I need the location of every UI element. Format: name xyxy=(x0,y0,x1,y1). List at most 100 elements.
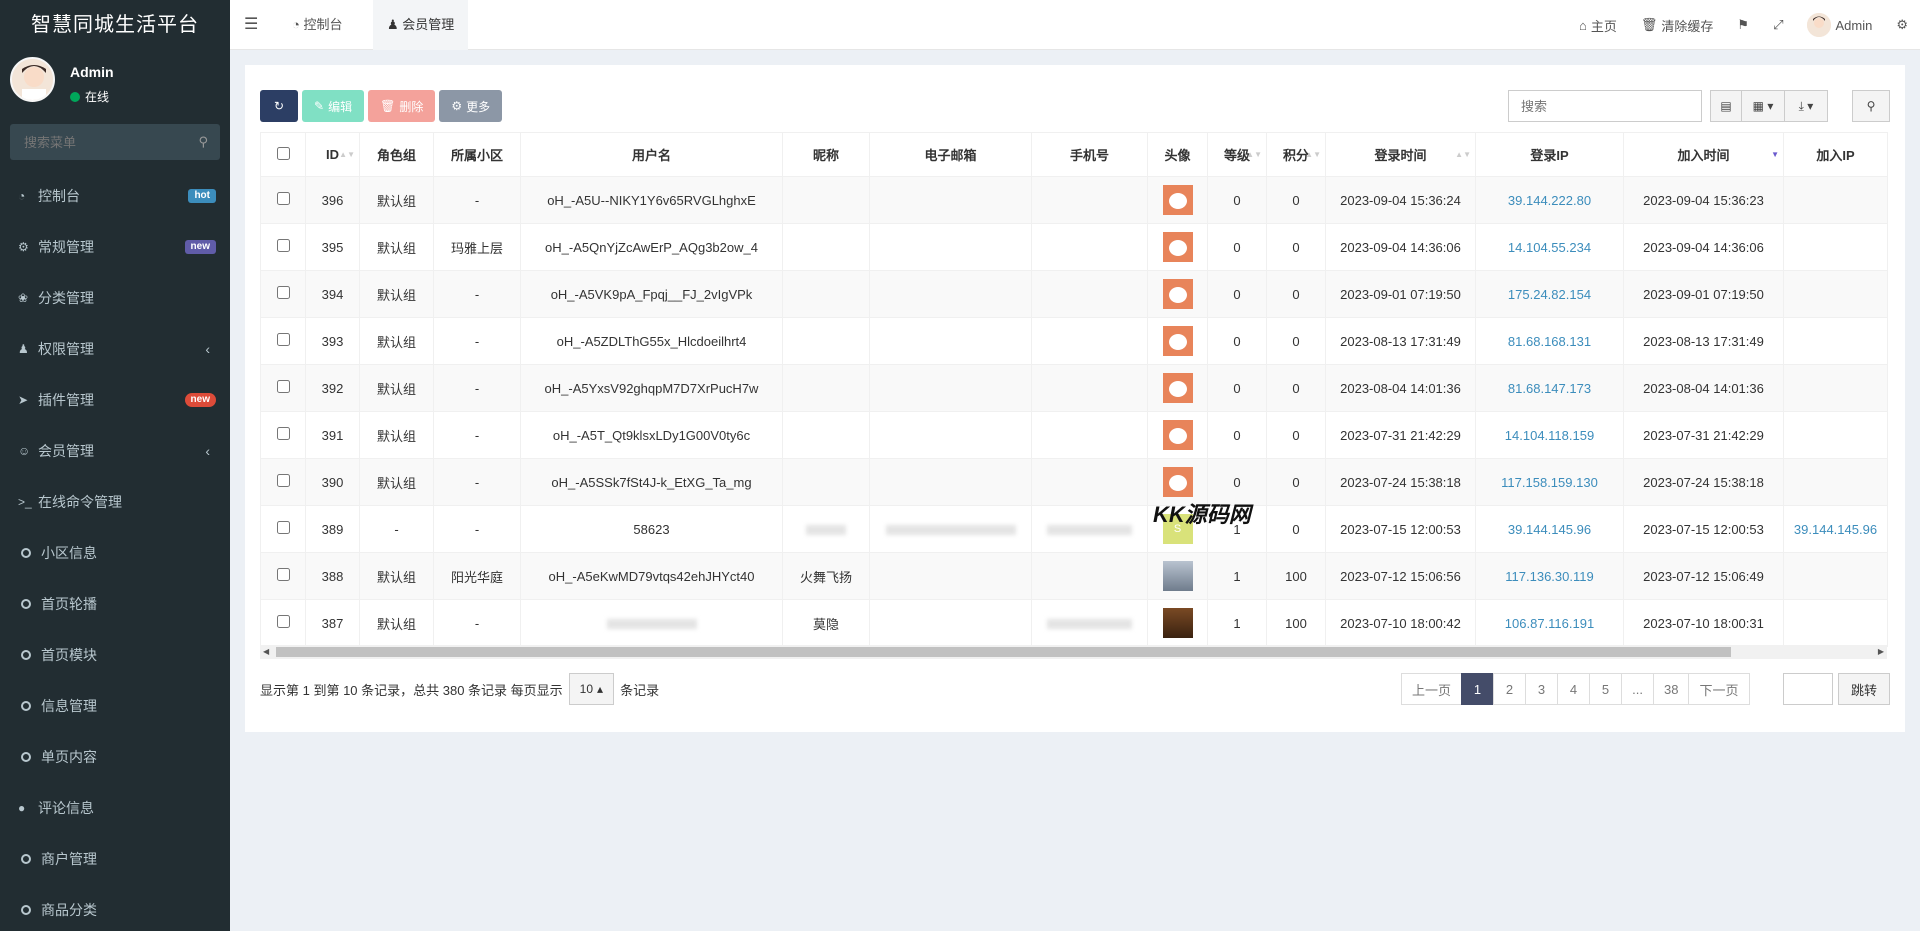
home-link[interactable]: ⌂ 主页 xyxy=(1567,16,1629,35)
row-checkbox[interactable] xyxy=(276,192,290,205)
advanced-search-button[interactable]: ⚲ xyxy=(1852,90,1890,122)
cell-login-ip[interactable]: 14.104.118.159 xyxy=(1475,411,1624,459)
table-row[interactable]: 395 默认组 玛雅上层 oH_-A5QnYjZcAwErP_AQg3b2ow_4 0 0… xyxy=(260,223,1888,271)
search-icon[interactable]: ⚲ xyxy=(198,134,208,150)
cell-login-ip[interactable]: 81.68.147.173 xyxy=(1475,364,1624,412)
cell-join-ip[interactable] xyxy=(1783,317,1888,365)
col-level[interactable]: 等级 ▲▼ xyxy=(1207,132,1267,177)
tab-dashboard[interactable]: ◔ 控制台 xyxy=(278,0,357,50)
sidebar-item-category[interactable]: ❀ 分类管理 xyxy=(0,272,230,323)
user-menu[interactable]: Admin xyxy=(1795,13,1884,37)
table-row[interactable]: 393 默认组 - oH_-A5ZDLThG55x_Hlcdoeilhrt4 0 0 202… xyxy=(260,317,1888,365)
edit-button[interactable]: ✎ 编辑 xyxy=(302,90,365,122)
sidebar-item-auth[interactable]: ♟ 权限管理 ‹ xyxy=(0,323,230,374)
page-button[interactable]: 4 xyxy=(1557,673,1591,705)
sidebar-item-info[interactable]: 信息管理 xyxy=(0,680,230,731)
language-button[interactable]: ⚑ xyxy=(1725,17,1761,33)
cell-join-ip[interactable] xyxy=(1783,270,1888,318)
page-size-select[interactable]: 10 ▴ xyxy=(568,673,615,705)
cell-join-ip[interactable] xyxy=(1783,364,1888,412)
settings-button[interactable]: ⚙ xyxy=(1884,17,1920,33)
table-row[interactable]: 389- -58623 S 1 0 2023-07-15 12:00:53 39.144.1… xyxy=(260,505,1888,553)
cell-join-ip[interactable] xyxy=(1783,599,1888,647)
columns-button[interactable]: ▦ ▾ xyxy=(1741,90,1785,122)
row-checkbox[interactable] xyxy=(276,521,290,534)
row-checkbox[interactable] xyxy=(276,474,290,487)
brand-title[interactable]: 智慧同城生活平台 xyxy=(0,0,230,50)
sidebar-item-community[interactable]: 小区信息 xyxy=(0,527,230,578)
prev-page-button[interactable]: 上一页 xyxy=(1401,673,1463,705)
cell-join-ip[interactable] xyxy=(1783,223,1888,271)
table-row[interactable]: 392 默认组 - oH_-A5YxsV92ghqpM7D7XrPucH7w 0 0 202… xyxy=(260,364,1888,412)
page-button[interactable]: 1 xyxy=(1461,673,1495,705)
table-row[interactable]: 390 默认组 - oH_-A5SSk7fSt4J-k_EtXG_Ta_mg 0 0 202… xyxy=(260,458,1888,506)
sidebar-item-member[interactable]: ☺ 会员管理 ‹ xyxy=(0,425,230,476)
sidebar-item-module[interactable]: 首页模块 xyxy=(0,629,230,680)
delete-button[interactable]: 🗑 删除 xyxy=(368,90,436,122)
col-score[interactable]: 积分 ▲▼ xyxy=(1266,132,1326,177)
row-checkbox[interactable] xyxy=(276,427,290,440)
cell-login-ip[interactable]: 106.87.116.191 xyxy=(1475,599,1624,647)
page-button[interactable]: 38 xyxy=(1653,673,1690,705)
row-checkbox[interactable] xyxy=(276,333,290,346)
jump-page-input[interactable] xyxy=(1783,673,1833,705)
cell-join-ip[interactable] xyxy=(1783,458,1888,506)
page-button[interactable]: 5 xyxy=(1589,673,1623,705)
scroll-left-icon[interactable]: ◀ xyxy=(263,645,269,659)
scrollbar-thumb[interactable] xyxy=(276,647,1731,657)
col-join-time[interactable]: 加入时间 ▼ xyxy=(1623,132,1784,177)
sidebar-item-goods-category[interactable]: 商品分类 xyxy=(0,884,230,931)
page-button[interactable]: 2 xyxy=(1493,673,1527,705)
row-checkbox[interactable] xyxy=(276,568,290,581)
cell-join-ip[interactable] xyxy=(1783,411,1888,459)
table-row[interactable]: 391 默认组 - oH_-A5T_Qt9klsxLDy1G00V0ty6c 0 0 202… xyxy=(260,411,1888,459)
sidebar-item-comment[interactable]: ● 评论信息 xyxy=(0,782,230,833)
clear-cache-button[interactable]: 🗑 清除缓存 xyxy=(1629,16,1726,35)
cell-join-ip[interactable] xyxy=(1783,176,1888,224)
cell-login-ip[interactable]: 81.68.168.131 xyxy=(1475,317,1624,365)
row-checkbox[interactable] xyxy=(276,380,290,393)
search-icon: ⚲ xyxy=(1866,99,1876,113)
table-row[interactable]: 396 默认组 - oH_-A5U--NIKY1Y6v65RVGLhghxE 0 0 202… xyxy=(260,176,1888,224)
sidebar-item-page[interactable]: 单页内容 xyxy=(0,731,230,782)
sidebar-item-addon[interactable]: ➤ 插件管理 new xyxy=(0,374,230,425)
col-id[interactable]: ID ▲▼ xyxy=(305,132,360,177)
cell-score: 0 xyxy=(1266,458,1326,506)
scroll-right-icon[interactable]: ▶ xyxy=(1878,645,1884,659)
refresh-button[interactable]: ↻ xyxy=(260,90,298,122)
cell-login-ip[interactable]: 117.158.159.130 xyxy=(1475,458,1624,506)
row-checkbox[interactable] xyxy=(276,239,290,252)
col-login-time[interactable]: 登录时间 ▲▼ xyxy=(1325,132,1476,177)
sidebar-item-merchant[interactable]: 商户管理 xyxy=(0,833,230,884)
cell-login-ip[interactable]: 117.136.30.119 xyxy=(1475,552,1624,600)
cell-join-ip[interactable] xyxy=(1783,552,1888,600)
tab-member[interactable]: ♟ 会员管理 xyxy=(373,0,469,50)
jump-button[interactable]: 跳转 xyxy=(1838,673,1890,705)
export-table-button[interactable]: ▤ xyxy=(1710,90,1742,122)
fullscreen-button[interactable]: ⤢ xyxy=(1761,17,1795,33)
cell-login-ip[interactable]: 175.24.82.154 xyxy=(1475,270,1624,318)
horizontal-scrollbar[interactable]: ◀ ▶ xyxy=(260,645,1887,659)
search-input[interactable] xyxy=(1508,90,1702,122)
next-page-button[interactable]: 下一页 xyxy=(1688,673,1750,705)
select-all-checkbox[interactable] xyxy=(276,146,290,160)
sidebar-item-command[interactable]: >_ 在线命令管理 xyxy=(0,476,230,527)
row-checkbox[interactable] xyxy=(276,286,290,299)
table-row[interactable]: 388 默认组 阳光华庭 oH_-A5eKwMD79vtqs42ehJHYct40 火舞… xyxy=(260,552,1888,600)
sidebar-item-dashboard[interactable]: ◔ 控制台 hot xyxy=(0,170,230,221)
download-button[interactable]: ⤓ ▾ xyxy=(1784,90,1828,122)
redacted-text xyxy=(1047,619,1132,630)
cell-login-ip[interactable]: 39.144.222.80 xyxy=(1475,176,1624,224)
table-row[interactable]: 387 默认组 - 莫隐 1 100 2023-07-10 18:00:42 106.87.1… xyxy=(260,599,1888,647)
page-button[interactable]: 3 xyxy=(1525,673,1559,705)
row-checkbox[interactable] xyxy=(276,615,290,628)
cell-login-ip[interactable]: 14.104.55.234 xyxy=(1475,223,1624,271)
table-row[interactable]: 394 默认组 - oH_-A5VK9pA_Fpqj__FJ_2vIgVPk 0 0 202… xyxy=(260,270,1888,318)
cell-join-ip[interactable]: 39.144.145.96 xyxy=(1783,505,1888,553)
more-button[interactable]: ⚙ 更多 xyxy=(439,90,503,122)
sidebar-item-general[interactable]: ⚙ 常规管理 new xyxy=(0,221,230,272)
menu-toggle-icon[interactable]: ☰ xyxy=(244,14,258,34)
cell-login-ip[interactable]: 39.144.145.96 xyxy=(1475,505,1624,553)
sidebar-item-banner[interactable]: 首页轮播 xyxy=(0,578,230,629)
sidebar-search-input[interactable] xyxy=(10,124,220,160)
